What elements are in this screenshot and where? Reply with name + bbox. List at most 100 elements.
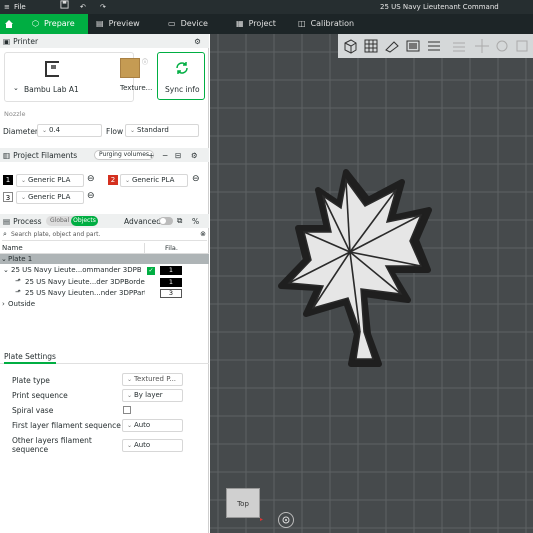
tab-project-label: Project <box>248 19 276 28</box>
process-section-header: ▤ Process Global Objects Advanced ⧉ % <box>0 214 209 228</box>
part-icon: ⬏ <box>15 277 21 285</box>
filament-select-3[interactable]: ⌄ Generic PLA <box>16 191 84 204</box>
info-icon[interactable]: ⓘ <box>142 57 148 66</box>
advanced-toggle[interactable] <box>159 217 173 225</box>
part-icon: ⬏ <box>15 288 21 296</box>
home-icon[interactable] <box>0 14 18 34</box>
global-option[interactable]: Global <box>50 216 69 226</box>
undo-icon[interactable]: ↶ <box>80 0 86 14</box>
tab-prepare-label: Prepare <box>43 19 75 28</box>
part-2-filament-badge[interactable]: 3 <box>160 289 182 298</box>
part-row-2[interactable]: ⬏ 25 US Navy Lieuten...nder 3DPParts.stl… <box>0 288 209 299</box>
plate-settings-tab[interactable]: Plate Settings <box>4 352 56 364</box>
oak-leaf-model[interactable] <box>210 34 533 533</box>
filament-settings-icon[interactable]: ⚙ <box>191 151 198 160</box>
chevron-down-icon: ⌄ <box>13 84 19 92</box>
filament-name-1: Generic PLA <box>27 176 71 184</box>
plate-row[interactable]: ⌄ Plate 1 <box>0 254 209 264</box>
filament-remove-icon-3[interactable]: ⊖ <box>87 191 95 201</box>
sync-info-button[interactable]: Sync info <box>157 52 205 100</box>
filament-sync-icon[interactable]: ⊟ <box>175 151 181 160</box>
printer-section-title: Printer <box>13 36 39 46</box>
tab-calibration-label: Calibration <box>310 19 355 28</box>
diameter-select[interactable]: ⌄ 0.4 <box>37 124 102 137</box>
filament-slot-1[interactable]: 1 <box>3 175 13 185</box>
advanced-label: Advanced <box>124 216 162 226</box>
object-list-header: Name Fila. <box>0 243 209 254</box>
chevron-down-icon: ⌄ <box>42 127 49 134</box>
view-cube[interactable]: Top <box>226 488 260 518</box>
flow-select[interactable]: ⌄ Standard <box>125 124 199 137</box>
process-section-title: Process <box>13 216 42 226</box>
object-row[interactable]: ⌄ 25 US Navy Lieute...ommander 3DPBorder… <box>0 265 209 276</box>
save-icon[interactable] <box>60 0 69 14</box>
sync-info-label: Sync info <box>165 85 200 94</box>
filament-remove-icon-1[interactable]: ⊖ <box>87 174 95 184</box>
global-objects-toggle[interactable]: Global Objects <box>46 216 98 226</box>
chevron-down-icon: ⌄ <box>127 442 134 449</box>
chevron-down-icon: ⌄ <box>127 392 134 399</box>
filaments-section-title: Project Filaments <box>13 150 78 160</box>
plate-type-value: Textured P... <box>133 375 177 383</box>
part-row-2-label: 25 US Navy Lieuten...nder 3DPParts.stl <box>25 289 145 297</box>
filament-name-3: Generic PLA <box>27 193 71 201</box>
project-icon: ▦ <box>236 19 244 28</box>
tab-calibration[interactable]: ◫ Calibration <box>298 14 354 34</box>
clear-search-icon[interactable]: ⊗ <box>200 230 206 238</box>
axis-x-indicator: ▸ <box>260 516 264 523</box>
part-row-1[interactable]: ⬏ 25 US Navy Lieute...der 3DPBorder.stl … <box>0 277 209 288</box>
plate-type-select[interactable]: ⌄ Textured P... <box>122 373 183 386</box>
tab-project[interactable]: ▦ Project <box>236 14 276 34</box>
plate-type-label: Plate type <box>12 376 50 385</box>
percent-icon[interactable]: % <box>192 217 199 226</box>
app-menu-icon[interactable]: ≡ <box>4 0 10 14</box>
tab-device[interactable]: ▭ Device <box>168 14 208 34</box>
preview-icon: ▤ <box>96 19 104 28</box>
prepare-icon: ⬡ <box>32 19 39 28</box>
chevron-right-icon: › <box>2 300 5 308</box>
filament-remove-icon-2[interactable]: ⊖ <box>192 174 200 184</box>
chevron-down-icon: ⌄ <box>21 194 28 201</box>
filament-slot-2[interactable]: 2 <box>108 175 118 185</box>
printer-name: Bambu Lab A1 <box>24 85 79 94</box>
first-layer-sequence-label: First layer filament sequence <box>12 421 121 430</box>
add-filament-icon[interactable]: + <box>148 151 154 160</box>
purging-volumes-button[interactable]: Purging volumes <box>94 150 155 160</box>
filament-slot-3[interactable]: 3 <box>3 192 13 202</box>
chevron-down-icon: ⌄ <box>127 422 134 429</box>
redo-icon[interactable]: ↷ <box>100 0 106 14</box>
column-filament-header: Fila. <box>165 244 178 252</box>
menu-file[interactable]: File <box>14 0 26 14</box>
object-filament-badge[interactable]: 1 <box>160 266 182 275</box>
print-sequence-select[interactable]: ⌄ By layer <box>122 389 183 402</box>
tab-preview-label: Preview <box>108 19 140 28</box>
filament-select-2[interactable]: ⌄ Generic PLA <box>120 174 188 187</box>
tab-prepare[interactable]: ⬡ Prepare <box>18 14 88 34</box>
spiral-vase-checkbox[interactable] <box>123 406 131 414</box>
focus-view-icon[interactable] <box>278 512 294 528</box>
part-1-filament-badge[interactable]: 1 <box>160 278 182 287</box>
remove-filament-icon[interactable]: − <box>162 151 168 160</box>
filament-name-2: Generic PLA <box>131 176 175 184</box>
object-search-bar[interactable]: ⌕ Search plate, object and part. ⊗ <box>2 230 207 241</box>
other-layers-sequence-label: Other layers filament <box>12 436 92 445</box>
other-layers-sequence-select[interactable]: ⌄ Auto <box>122 439 183 452</box>
first-layer-sequence-value: Auto <box>133 421 151 429</box>
outside-row[interactable]: › Outside <box>0 299 209 310</box>
tab-preview[interactable]: ▤ Preview <box>96 14 140 34</box>
object-visible-checkbox[interactable]: ✓ <box>147 267 155 275</box>
chevron-down-icon: ⌄ <box>3 266 9 274</box>
flow-label: Flow <box>106 127 124 136</box>
filament-select-1[interactable]: ⌄ Generic PLA <box>16 174 84 187</box>
3d-viewport[interactable]: Top ▸ <box>210 34 533 533</box>
copy-settings-icon[interactable]: ⧉ <box>177 216 182 226</box>
first-layer-sequence-select[interactable]: ⌄ Auto <box>122 419 183 432</box>
search-placeholder: Search plate, object and part. <box>11 231 101 238</box>
objects-option[interactable]: Objects <box>71 216 98 226</box>
printer-settings-icon[interactable]: ⚙ <box>194 37 201 46</box>
device-icon: ▭ <box>168 19 176 28</box>
flow-value: Standard <box>136 126 169 134</box>
plate-selector[interactable]: ⓘ Texture... <box>110 52 155 102</box>
process-icon: ▤ <box>3 216 11 226</box>
plate-settings-header: Plate Settings <box>0 349 209 364</box>
